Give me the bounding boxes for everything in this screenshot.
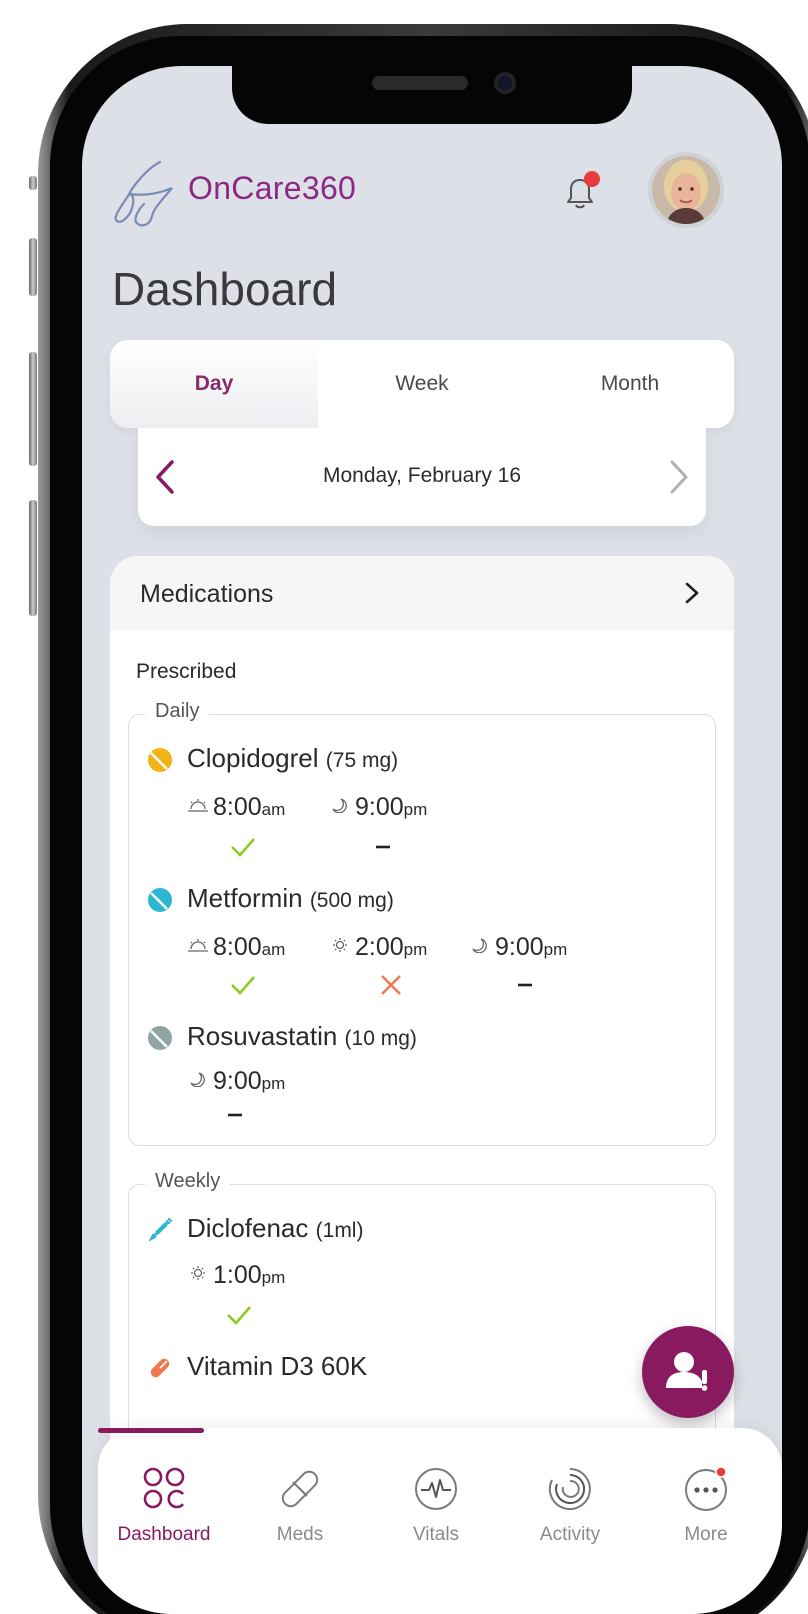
heartbeat-icon (415, 1468, 457, 1510)
avatar[interactable] (648, 152, 724, 228)
pending-icon (228, 1113, 242, 1117)
logo-icon (114, 160, 173, 227)
med-dose: (75 mg) (325, 749, 399, 772)
nav-activity[interactable]: Activity (510, 1464, 630, 1546)
tab-day[interactable]: Day (110, 340, 318, 428)
grid-icon (143, 1467, 185, 1509)
brand-name: OnCare360 (188, 170, 357, 206)
pill-half-icon (148, 888, 172, 912)
tab-week[interactable]: Week (318, 340, 526, 428)
nav-more[interactable]: More (646, 1464, 766, 1546)
moon-icon (472, 938, 487, 953)
daily-label: Daily (145, 700, 210, 723)
med-dose: (1ml) (315, 1219, 364, 1242)
sunrise-icon (188, 799, 208, 812)
medications-header[interactable]: Medications (110, 556, 734, 630)
med-name: Vitamin D3 60K (187, 1351, 368, 1381)
prescribed-heading: Prescribed (136, 660, 237, 683)
weekly-label: Weekly (145, 1170, 231, 1193)
capsule-icon (150, 1358, 170, 1378)
dose-time: 8:00am (187, 793, 285, 822)
check-icon (227, 1306, 251, 1325)
range-tabs: Day Week Month (110, 340, 734, 428)
phone-screen: OnCare360 Dashboard Day Week Month Monda… (82, 66, 782, 1614)
med-dose: (10 mg) (344, 1027, 417, 1050)
pending-icon (376, 845, 390, 849)
bottom-nav: Dashboard Meds Vitals Activity More (98, 1428, 782, 1614)
dose-time: 8:00am (187, 933, 285, 962)
date-navigator: Monday, February 16 (138, 428, 706, 526)
nav-dashboard[interactable]: Dashboard (104, 1464, 224, 1546)
chevron-right-icon[interactable] (682, 578, 702, 608)
chevron-right-icon[interactable] (664, 458, 692, 496)
syringe-icon (148, 1217, 173, 1242)
close-icon (381, 975, 401, 995)
nav-vitals[interactable]: Vitals (376, 1464, 496, 1546)
dose-time: 2:00pm (329, 933, 427, 962)
check-icon (231, 838, 255, 857)
activity-ring-icon (548, 1468, 591, 1510)
med-name: Diclofenac (187, 1213, 309, 1243)
volume-up-button (29, 238, 37, 296)
med-name: Metformin (187, 883, 303, 913)
sunrise-icon (188, 939, 208, 952)
pill-half-icon (148, 1026, 172, 1050)
more-icon (685, 1466, 727, 1511)
sun-icon (191, 1266, 205, 1280)
silent-button (29, 500, 37, 616)
moon-icon (190, 1072, 205, 1087)
notification-badge (584, 171, 600, 187)
dose-time: 9:00pm (329, 793, 427, 822)
volume-down-button (29, 352, 37, 466)
medications-title: Medications (140, 580, 274, 608)
speaker (372, 76, 468, 90)
sun-icon (333, 938, 347, 952)
front-camera (494, 72, 516, 94)
report-symptom-button[interactable] (642, 1326, 734, 1418)
dose-time: 1:00pm (187, 1261, 285, 1290)
dose-time: 9:00pm (187, 1067, 285, 1096)
dose-time: 9:00pm (469, 933, 567, 962)
moon-icon (332, 798, 347, 813)
current-date: Monday, February 16 (322, 464, 522, 487)
page-title: Dashboard (112, 263, 338, 315)
pill-half-icon (148, 748, 172, 772)
active-tab-indicator (98, 1428, 204, 1433)
med-name: Rosuvastatin (187, 1021, 338, 1051)
daily-group: Daily Clopidogrel (75 mg) 8:00am 9:00pm (128, 700, 716, 1146)
pending-icon (518, 983, 532, 987)
pill-icon (281, 1470, 319, 1508)
user-alert-icon (666, 1352, 708, 1391)
med-name: Clopidogrel (187, 743, 319, 773)
nav-meds[interactable]: Meds (240, 1464, 360, 1546)
tab-month[interactable]: Month (526, 340, 734, 428)
avatar-image (652, 156, 720, 224)
side-button (29, 176, 37, 190)
check-icon (231, 976, 255, 995)
notch (232, 66, 632, 124)
med-dose: (500 mg) (309, 889, 394, 912)
